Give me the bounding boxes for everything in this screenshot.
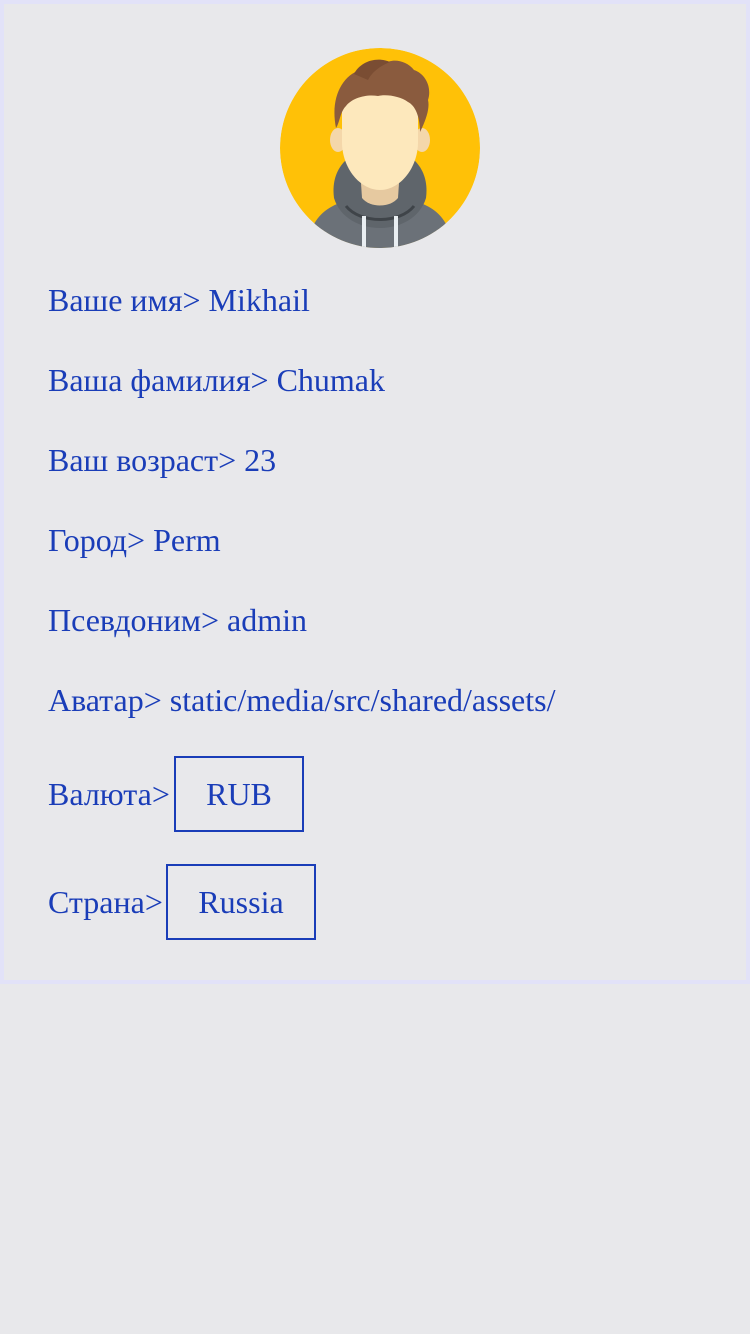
avatar-path-value: static/media/src/shared/assets/ [169, 682, 556, 718]
country-label: Страна> [48, 884, 163, 920]
field-currency: Валюта> [48, 756, 170, 832]
age-value: 23 [244, 442, 277, 478]
field-country: Страна> [48, 864, 163, 940]
username-value: admin [227, 602, 308, 638]
avatar-path-label: Аватар> [48, 682, 162, 718]
country-select[interactable]: Russia [166, 864, 316, 940]
field-age: Ваш возраст> 23 [48, 440, 276, 480]
field-first-name: Ваше имя> Mikhail [48, 280, 310, 320]
username-label: Псевдоним> [48, 602, 220, 638]
first-name-value: Mikhail [208, 282, 310, 318]
currency-label: Валюта> [48, 776, 170, 812]
profile-card: Ваше имя> Mikhail Ваша фамилия> Chumak В… [0, 0, 750, 984]
field-last-name: Ваша фамилия> Chumak [48, 360, 385, 400]
avatar [280, 48, 480, 248]
last-name-value: Chumak [276, 362, 385, 398]
city-label: Город> [48, 522, 146, 558]
city-value: Perm [153, 522, 221, 558]
age-label: Ваш возраст> [48, 442, 237, 478]
last-name-label: Ваша фамилия> [48, 362, 269, 398]
currency-select[interactable]: RUB [174, 756, 304, 832]
field-city: Город> Perm [48, 520, 221, 560]
field-avatar-path: Аватар> static/media/src/shared/assets/ [48, 680, 555, 720]
first-name-label: Ваше имя> [48, 282, 201, 318]
field-username: Псевдоним> admin [48, 600, 307, 640]
